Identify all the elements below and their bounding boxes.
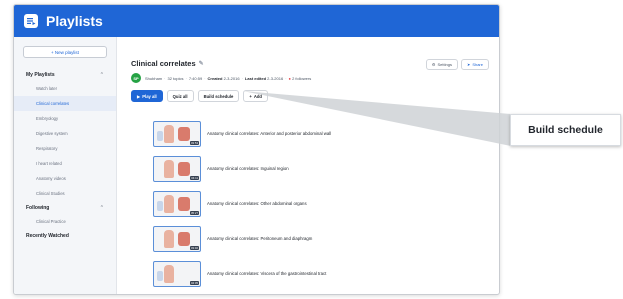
anatomy-illustration [164, 159, 174, 178]
anatomy-illustration [157, 270, 163, 281]
action-bar: ▶ Play all Quiz all Build schedule + Add [131, 90, 499, 102]
settings-button[interactable]: ⚙ Settings [425, 59, 458, 70]
video-title[interactable]: Anatomy clinical correlates: Anterior an… [207, 131, 331, 136]
app-window: Playlists + New playlist My Playlists ⌃ … [13, 4, 500, 295]
video-title[interactable]: Anatomy clinical correlates: Other abdom… [207, 201, 307, 206]
section-recently-watched[interactable]: Recently Watched [14, 229, 116, 242]
created-label: Created [207, 75, 223, 81]
video-thumbnail[interactable]: 04:05 [153, 260, 201, 287]
sidebar: + New playlist My Playlists ⌃ Watch late… [14, 37, 117, 294]
settings-label: Settings [437, 62, 452, 67]
video-title[interactable]: Anatomy clinical correlates: Inguinal re… [207, 166, 289, 171]
share-icon: ➤ [466, 62, 471, 67]
separator: · [285, 75, 287, 81]
duration-badge: 04:05 [190, 280, 199, 285]
separator: · [241, 75, 243, 81]
sidebar-item-respiratory[interactable]: Respiratory [14, 141, 116, 156]
chevron-up-icon: ⌃ [99, 71, 104, 78]
section-label: Following [26, 204, 50, 211]
play-all-button[interactable]: ▶ Play all [131, 90, 163, 102]
sidebar-item-digestive-system[interactable]: Digestive system [14, 126, 116, 141]
top-actions: ⚙ Settings ➤ Share [425, 59, 489, 70]
video-thumbnail[interactable]: 05:27 [153, 190, 201, 217]
playlist-meta: SP Shubham · 32 topics · 7:40:59 · Creat… [131, 73, 499, 83]
total-duration: 7:40:59 [188, 75, 203, 81]
sidebar-item-watch-later[interactable]: Watch later [14, 81, 116, 96]
anatomy-illustration [178, 161, 190, 176]
duration-badge: 05:27 [190, 210, 199, 215]
play-icon: ▶ [137, 93, 141, 99]
video-thumbnail[interactable]: 03:40 [153, 225, 201, 252]
list-item[interactable]: 03:40 Anatomy clinical correlates: Perit… [153, 221, 499, 256]
duration-badge: 03:53 [190, 140, 199, 145]
anatomy-illustration [164, 194, 174, 213]
section-following[interactable]: Following ⌃ [14, 201, 116, 214]
video-list: 03:53 Anatomy clinical correlates: Anter… [153, 116, 499, 291]
list-item[interactable]: 04:11 Anatomy clinical correlates: Ingui… [153, 151, 499, 186]
play-all-label: Play all [142, 93, 157, 99]
edit-icon[interactable]: ✎ [199, 60, 204, 67]
sidebar-item-clinical-practice[interactable]: Clinical Practice [14, 214, 116, 229]
list-item[interactable]: 04:05 Anatomy clinical correlates: Visce… [153, 256, 499, 291]
last-edited-label: Last edited [244, 75, 267, 81]
add-label: Add [253, 93, 262, 99]
anatomy-illustration [164, 264, 174, 283]
duration-badge: 03:40 [190, 245, 199, 250]
callout-label: Build schedule [510, 114, 621, 146]
plus-icon: + [249, 93, 252, 99]
sidebar-item-clinical-studies[interactable]: Clinical Studies [14, 186, 116, 201]
sidebar-item-heart-related[interactable]: I heart related [14, 156, 116, 171]
anatomy-illustration [178, 231, 190, 246]
playlist-icon [24, 14, 38, 28]
section-label: My Playlists [26, 71, 55, 78]
video-thumbnail[interactable]: 04:11 [153, 155, 201, 182]
section-label: Recently Watched [26, 232, 69, 239]
followers-icon: ● [288, 75, 291, 81]
gear-icon: ⚙ [431, 62, 436, 67]
chevron-up-icon: ⌃ [99, 204, 104, 211]
quiz-all-button[interactable]: Quiz all [166, 90, 194, 102]
avatar: SP [131, 73, 141, 83]
video-thumbnail[interactable]: 03:53 [153, 120, 201, 147]
follower-count: 2 followers [292, 75, 312, 81]
topic-count: 32 topics [167, 75, 184, 81]
main-content: Clinical correlates ✎ SP Shubham · 32 to… [117, 37, 499, 294]
owner-name: Shubham [145, 75, 163, 81]
share-label: Share [472, 62, 483, 67]
separator: · [204, 75, 206, 81]
share-button[interactable]: ➤ Share [460, 59, 489, 70]
separator: · [185, 75, 187, 81]
list-item[interactable]: 05:27 Anatomy clinical correlates: Other… [153, 186, 499, 221]
title-bar: Playlists [14, 5, 499, 37]
anatomy-illustration [178, 196, 190, 211]
anatomy-illustration [164, 229, 174, 248]
list-item[interactable]: 03:53 Anatomy clinical correlates: Anter… [153, 116, 499, 151]
build-schedule-button[interactable]: Build schedule [197, 90, 240, 102]
video-title[interactable]: Anatomy clinical correlates: Viscera of … [207, 271, 326, 276]
anatomy-illustration [157, 200, 163, 211]
duration-badge: 04:11 [190, 175, 199, 180]
add-button[interactable]: + Add [243, 90, 268, 102]
created-date: 2-3-2016 [223, 75, 240, 81]
anatomy-illustration [157, 130, 163, 141]
separator: · [164, 75, 166, 81]
last-edited-date: 2-3-2016 [267, 75, 284, 81]
sidebar-item-embryology[interactable]: Embryology [14, 111, 116, 126]
new-playlist-button[interactable]: + New playlist [23, 46, 107, 58]
sidebar-item-anatomy-videos[interactable]: Anatomy videos [14, 171, 116, 186]
app-title: Playlists [46, 13, 103, 29]
page-title: Clinical correlates [131, 59, 196, 68]
screenshot-stage: Playlists + New playlist My Playlists ⌃ … [0, 0, 623, 299]
section-my-playlists[interactable]: My Playlists ⌃ [14, 68, 116, 81]
video-title[interactable]: Anatomy clinical correlates: Peritoneum … [207, 236, 312, 241]
anatomy-illustration [164, 124, 174, 143]
anatomy-illustration [178, 126, 190, 141]
sidebar-item-clinical-correlates[interactable]: Clinical correlates [14, 96, 116, 111]
